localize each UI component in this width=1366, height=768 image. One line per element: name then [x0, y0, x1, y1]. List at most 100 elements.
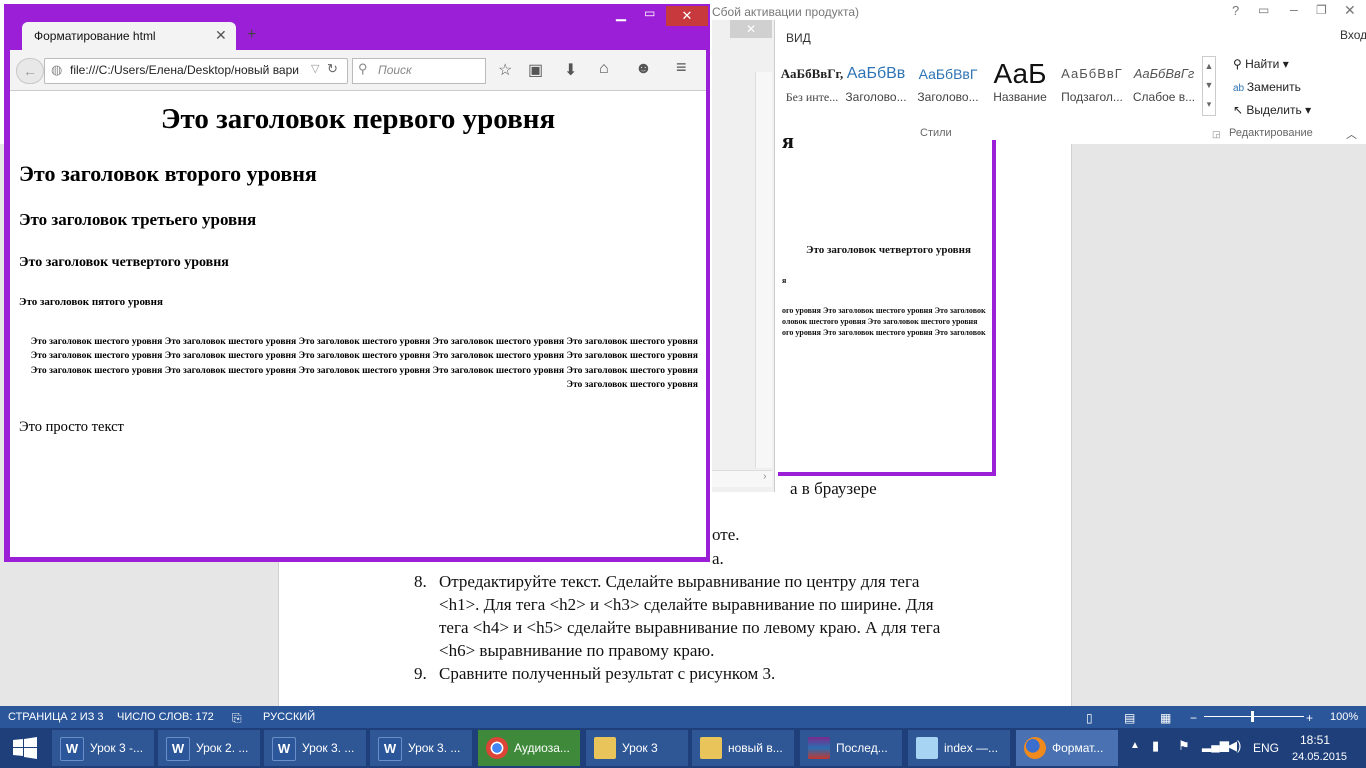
taskbar-item-word[interactable]: W Урок 2. ...	[158, 730, 260, 766]
hello-chat-icon[interactable]: ☻	[635, 60, 652, 78]
word-title: Сбой активации продукта)	[712, 5, 860, 19]
tray-expand-icon[interactable]: ▲	[1130, 740, 1140, 751]
doc-line: а в браузере	[790, 479, 877, 498]
taskbar-label: Урок 3 -...	[90, 741, 144, 755]
image-h6-line: ого уровня Это заголовок шестого уровня …	[782, 328, 986, 337]
taskbar-label: Урок 3. ...	[302, 741, 355, 755]
zoom-in-icon[interactable]: +	[1306, 711, 1313, 725]
taskbar-item-word[interactable]: W Урок 3 -...	[52, 730, 154, 766]
language[interactable]: РУССКИЙ	[263, 711, 315, 723]
collapse-ribbon-icon[interactable]: ︿	[1346, 126, 1357, 142]
help-icon[interactable]: ?	[1232, 3, 1239, 18]
image-h6-line: ого уровня Это заголовок шестого уровня …	[782, 306, 986, 315]
ribbon-display-icon[interactable]: ▭	[1258, 3, 1269, 17]
start-button[interactable]	[12, 737, 38, 759]
page-count[interactable]: СТРАНИЦА 2 ИЗ 3	[8, 711, 104, 723]
style-no-spacing[interactable]: АаБбВвГг, Без инте...	[776, 62, 848, 105]
style-sample: АаБбВв	[846, 65, 906, 82]
taskbar-item-winrar[interactable]: Послед...	[800, 730, 902, 766]
doc-line: оте.	[712, 525, 740, 544]
scrollbar-vertical[interactable]	[755, 72, 772, 468]
select-button[interactable]: ↖ Выделить ▾	[1233, 103, 1311, 117]
download-icon[interactable]: ⬇	[564, 60, 577, 80]
select-label: Выделить	[1246, 103, 1302, 117]
firefox-icon	[1024, 737, 1046, 759]
volume-icon[interactable]: ◀)	[1227, 738, 1241, 754]
heading-h2: Это заголовок второго уровня	[19, 161, 317, 186]
home-icon[interactable]: ⌂	[599, 60, 609, 78]
styles-scroll[interactable]: ▲ ▼ ▾	[1202, 56, 1216, 116]
restore-icon[interactable]: ❐	[1316, 3, 1327, 17]
web-layout-icon[interactable]: ▦	[1160, 711, 1171, 725]
style-sample: АаБбВвГг,	[780, 66, 844, 81]
input-language[interactable]: ENG	[1253, 741, 1279, 755]
scrollbar-horizontal[interactable]: ›	[712, 470, 772, 487]
paragraph-text: Это просто текст	[19, 419, 124, 435]
style-subtle-emphasis[interactable]: АаБбВвГг Слабое в...	[1128, 62, 1200, 104]
style-subtitle[interactable]: АаБбВвГ Подзагол...	[1056, 62, 1128, 104]
taskbar-item-word[interactable]: W Урок 3. ...	[370, 730, 472, 766]
word-count[interactable]: ЧИСЛО СЛОВ: 172	[117, 711, 214, 723]
doc-line: Сравните полученный результат с рисунком…	[439, 664, 776, 683]
signin-link[interactable]: Вход	[1340, 28, 1366, 42]
bookmark-star-icon[interactable]: ☆	[498, 60, 512, 80]
taskbar-item-chrome[interactable]: Аудиоза...	[478, 730, 580, 766]
zoom-level[interactable]: 100%	[1330, 711, 1358, 723]
doc-line: <h6> выравнивание по правому краю.	[439, 641, 715, 660]
zoom-out-icon[interactable]: −	[1190, 711, 1197, 725]
taskbar-item-firefox[interactable]: Формат...	[1016, 730, 1118, 766]
search-input[interactable]	[352, 58, 486, 84]
style-heading2[interactable]: АаБбВвГ Заголово...	[912, 62, 984, 104]
list-number: 8.	[414, 572, 427, 591]
proofing-icon[interactable]: ⎘	[232, 711, 242, 726]
taskbar-label: новый в...	[728, 741, 783, 755]
read-mode-icon[interactable]: ▯	[1086, 711, 1093, 725]
heading-h6: Это заголовок шестого уровня Это заголов…	[30, 336, 698, 390]
style-sample: АаБбВвГг	[1133, 66, 1195, 81]
clock-date[interactable]: 24.05.2015	[1292, 751, 1347, 763]
bookmarks-list-icon[interactable]: ▣	[528, 60, 543, 80]
find-button[interactable]: ⚲ Найти ▾	[1233, 57, 1289, 71]
firefox-close-button[interactable]: ✕	[666, 6, 708, 26]
style-name: Слабое в...	[1132, 90, 1196, 104]
dialog-launcher-icon[interactable]: ◲	[1212, 129, 1221, 140]
doc-line: <h1>. Для тега <h2> и <h3> сделайте выра…	[439, 595, 934, 614]
back-icon[interactable]: ←	[16, 58, 44, 84]
taskbar-item-notepad[interactable]: index —...	[908, 730, 1010, 766]
url-dropdown-icon[interactable]: ▽	[311, 62, 319, 75]
replace-icon: ab	[1233, 83, 1247, 94]
menu-icon[interactable]: ≡	[676, 57, 687, 78]
zoom-slider[interactable]	[1204, 716, 1304, 717]
minimize-icon[interactable]: –	[1290, 1, 1298, 17]
close-icon[interactable]: ✕	[1344, 2, 1356, 19]
firefox-minimize-icon[interactable]: ▁	[616, 6, 626, 22]
zoom-slider-thumb[interactable]	[1251, 711, 1254, 722]
battery-icon[interactable]: ▮	[1152, 738, 1159, 754]
taskbar-item-word[interactable]: W Урок 3. ...	[264, 730, 366, 766]
url-text: file:///C:/Users/Елена/Desktop/новый вар…	[70, 63, 299, 77]
tab-close-icon[interactable]: ✕	[215, 27, 227, 44]
style-heading1[interactable]: АаБбВв Заголово...	[840, 62, 912, 104]
taskbar-item-folder[interactable]: новый в...	[692, 730, 794, 766]
list-number: 9.	[414, 664, 427, 683]
reload-icon[interactable]: ↻	[327, 61, 338, 77]
taskbar-label: Аудиоза...	[514, 741, 570, 755]
print-layout-icon[interactable]: ▤	[1124, 711, 1135, 725]
network-icon[interactable]: ▂▄▆	[1202, 738, 1229, 752]
action-center-icon[interactable]: ⚑	[1178, 738, 1190, 754]
new-tab-icon[interactable]: +	[247, 26, 256, 44]
heading-h5: Это заголовок пятого уровня	[19, 296, 163, 308]
clock-time[interactable]: 18:51	[1300, 733, 1330, 747]
doc-line: а.	[712, 549, 724, 568]
search-placeholder: Поиск	[378, 63, 412, 77]
style-name: Название	[993, 90, 1047, 104]
firefox-maximize-icon[interactable]: ▭	[644, 6, 655, 20]
background-window-close[interactable]: ✕	[730, 20, 772, 38]
style-title[interactable]: АаБ Название	[984, 62, 1056, 104]
taskbar-item-folder[interactable]: Урок 3	[586, 730, 688, 766]
doc-line: тега <h4> и <h5> сделайте выравнивание п…	[439, 618, 941, 637]
image-h6-line: оловок шестого уровня Это заголовок шест…	[782, 317, 978, 326]
replace-button[interactable]: ab Заменить	[1233, 80, 1301, 94]
heading-h3: Это заголовок третьего уровня	[19, 210, 257, 229]
tab-view[interactable]: ВИД	[786, 31, 811, 45]
